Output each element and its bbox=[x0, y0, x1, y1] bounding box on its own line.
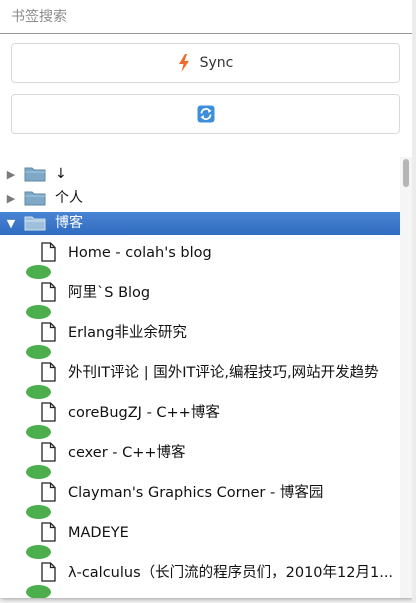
bookmark-title: coreBugZJ - C++博客 bbox=[68, 405, 220, 421]
folder-row[interactable]: ▶ 个人 bbox=[0, 188, 400, 208]
page-icon bbox=[41, 442, 56, 462]
page-icon bbox=[41, 282, 56, 302]
page-icon bbox=[41, 402, 56, 422]
bookmark-item[interactable]: 外刊IT评论 | 国外IT评论,编程技巧,网站开发趋势 bbox=[0, 354, 400, 399]
bookmark-item[interactable]: 阿里`S Blog bbox=[0, 274, 400, 319]
lightning-icon bbox=[178, 54, 189, 72]
bookmark-item[interactable]: Erlang非业余研究 bbox=[0, 314, 400, 359]
expand-arrow-icon[interactable]: ▶ bbox=[4, 164, 18, 184]
bookmark-item[interactable]: λ-calculus（长门流的程序员们，2010年12月1... bbox=[0, 554, 400, 598]
bookmark-title: Clayman's Graphics Corner - 博客园 bbox=[68, 485, 324, 501]
status-dot bbox=[26, 585, 51, 598]
folder-icon bbox=[24, 191, 46, 206]
folder-label: ↓ bbox=[55, 166, 67, 182]
bookmark-popup: Sync ▶ ↓ ▶ 个人 ▼ bbox=[0, 0, 412, 598]
bookmark-title: λ-calculus（长门流的程序员们，2010年12月1... bbox=[68, 565, 394, 581]
bookmark-title: cexer - C++博客 bbox=[68, 445, 186, 461]
search-input[interactable] bbox=[0, 0, 412, 34]
page-icon bbox=[41, 562, 56, 582]
folder-label: 博客 bbox=[55, 215, 83, 231]
refresh-button[interactable] bbox=[11, 94, 400, 134]
background-strip bbox=[412, 0, 416, 603]
bookmark-title: Home - colah's blog bbox=[68, 245, 212, 261]
sync-button[interactable]: Sync bbox=[11, 43, 400, 83]
vertical-scrollbar[interactable] bbox=[400, 157, 412, 598]
page-icon bbox=[41, 322, 56, 342]
bookmark-item[interactable]: Clayman's Graphics Corner - 博客园 bbox=[0, 474, 400, 519]
folder-icon bbox=[24, 216, 46, 231]
refresh-icon bbox=[197, 105, 214, 123]
bookmark-item[interactable]: MADEYE bbox=[0, 514, 400, 559]
bookmark-title: 外刊IT评论 | 国外IT评论,编程技巧,网站开发趋势 bbox=[68, 365, 379, 381]
page-icon bbox=[41, 242, 56, 262]
bookmark-item[interactable]: cexer - C++博客 bbox=[0, 434, 400, 479]
scrollbar-thumb[interactable] bbox=[403, 159, 409, 187]
bookmark-title: MADEYE bbox=[68, 525, 129, 541]
bookmark-tree: ▶ ↓ ▶ 个人 ▼ 博客 Home - colah's blog 阿里`S B… bbox=[0, 160, 400, 598]
sync-button-label: Sync bbox=[199, 55, 234, 71]
folder-label: 个人 bbox=[55, 190, 83, 206]
page-icon bbox=[41, 362, 56, 382]
folder-row[interactable]: ▶ ↓ bbox=[0, 164, 400, 184]
collapse-arrow-icon[interactable]: ▼ bbox=[4, 213, 18, 233]
bookmark-title: 阿里`S Blog bbox=[68, 285, 151, 301]
expand-arrow-icon[interactable]: ▶ bbox=[4, 188, 18, 208]
page-icon bbox=[41, 522, 56, 542]
folder-icon bbox=[24, 167, 46, 182]
bookmark-item[interactable]: coreBugZJ - C++博客 bbox=[0, 394, 400, 439]
bookmark-item[interactable]: Home - colah's blog bbox=[0, 234, 400, 279]
folder-row-selected[interactable]: ▼ 博客 bbox=[0, 212, 400, 235]
page-icon bbox=[41, 482, 56, 502]
bookmark-title: Erlang非业余研究 bbox=[68, 325, 187, 341]
